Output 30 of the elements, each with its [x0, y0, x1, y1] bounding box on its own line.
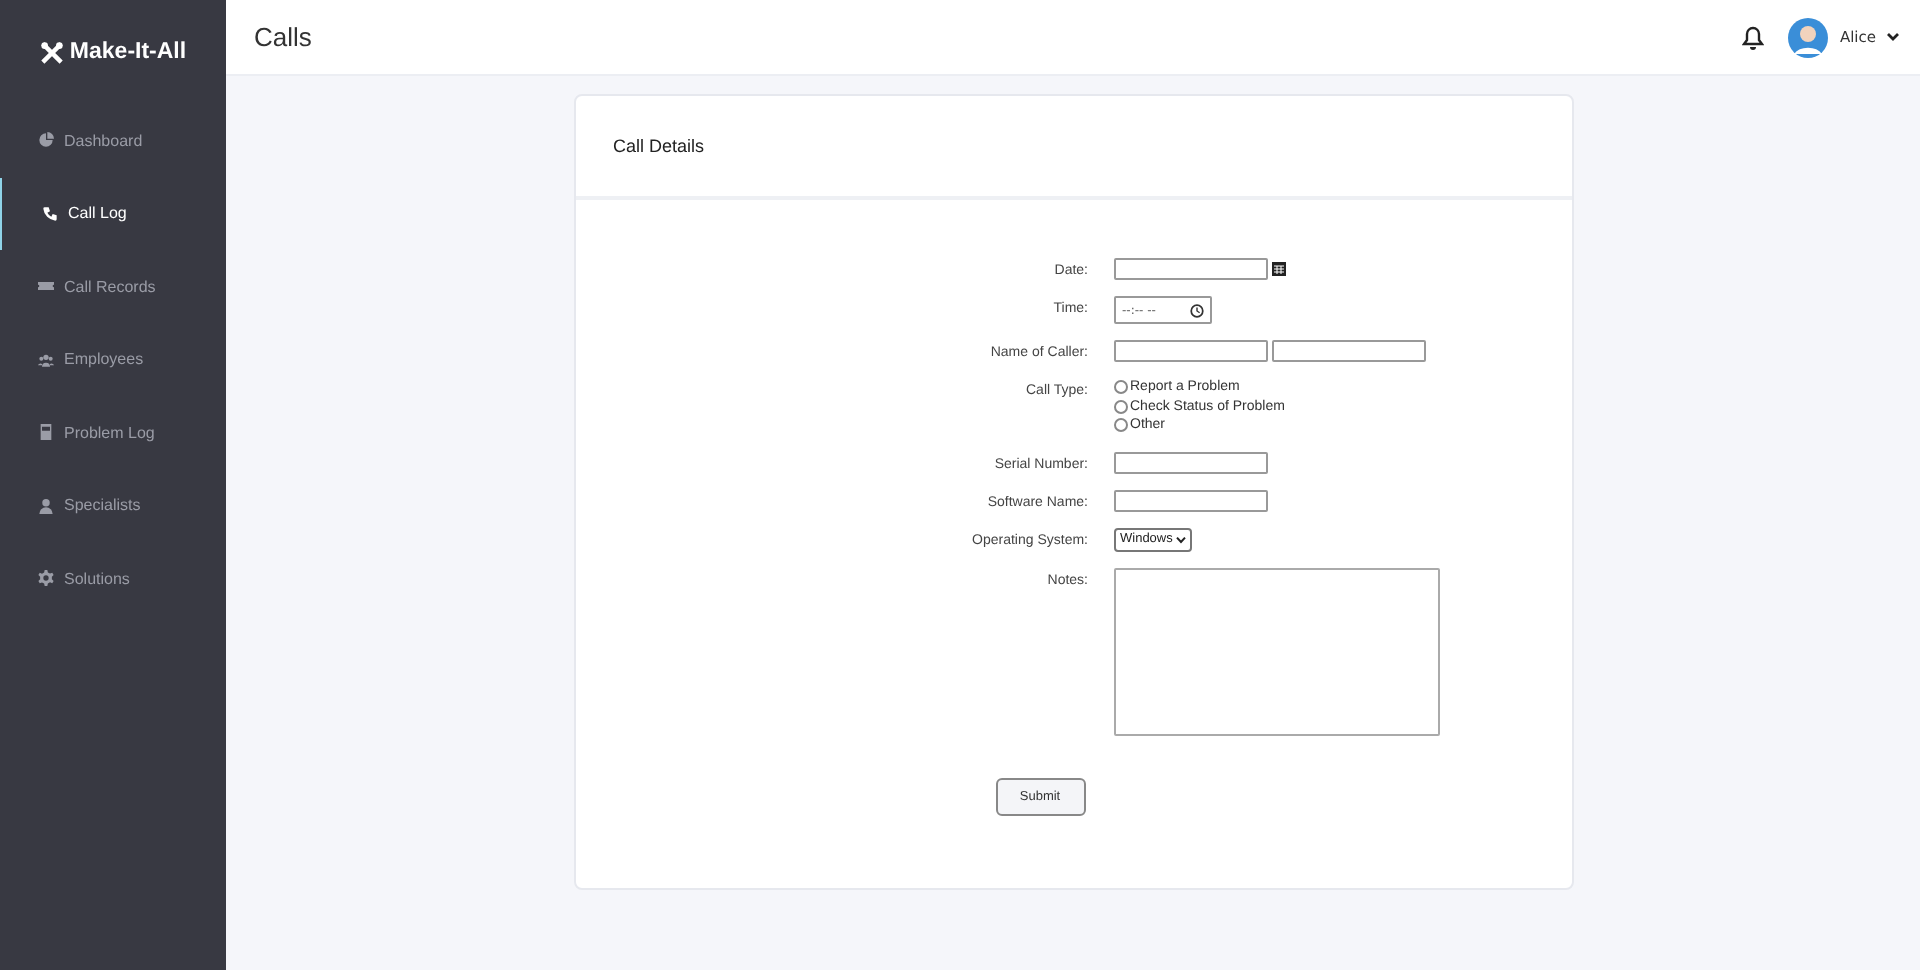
pie-chart-icon: [38, 132, 54, 149]
sidebar-item[interactable]: Call Records: [0, 250, 226, 323]
sidebar-item[interactable]: Specialists: [0, 469, 226, 542]
avatar[interactable]: [1787, 17, 1828, 57]
brand-name: Make-It-All: [69, 40, 187, 64]
chevron-down-icon: [1176, 535, 1187, 543]
sidebar-item[interactable]: Problem Log: [0, 396, 226, 469]
sidebar-item[interactable]: Dashboard: [0, 104, 226, 177]
last-name-field[interactable]: [1272, 340, 1426, 362]
first-name-field[interactable]: [1114, 340, 1268, 362]
calendar-icon[interactable]: [1272, 262, 1286, 276]
page-title: Calls: [254, 22, 314, 52]
tools-icon: [39, 41, 64, 63]
clock-icon: [1190, 303, 1204, 317]
book-icon: [38, 424, 54, 441]
bell-icon[interactable]: [1741, 25, 1764, 49]
sidebar-item[interactable]: Solutions: [0, 542, 226, 615]
users-icon: [38, 351, 54, 368]
ticket-icon: [38, 278, 54, 295]
chevron-down-icon[interactable]: [1886, 32, 1900, 42]
text-field[interactable]: [1114, 451, 1268, 473]
text-field[interactable]: [1114, 489, 1268, 511]
notes-field[interactable]: [1114, 567, 1440, 735]
date-field[interactable]: [1114, 258, 1268, 280]
sidebar-item[interactable]: Call Log: [0, 177, 226, 250]
sidebar-item[interactable]: Employees: [0, 323, 226, 396]
card-title: Call Details: [613, 136, 705, 156]
phone-icon: [42, 205, 58, 222]
gear-icon: [38, 570, 54, 587]
user-icon: [38, 497, 54, 514]
